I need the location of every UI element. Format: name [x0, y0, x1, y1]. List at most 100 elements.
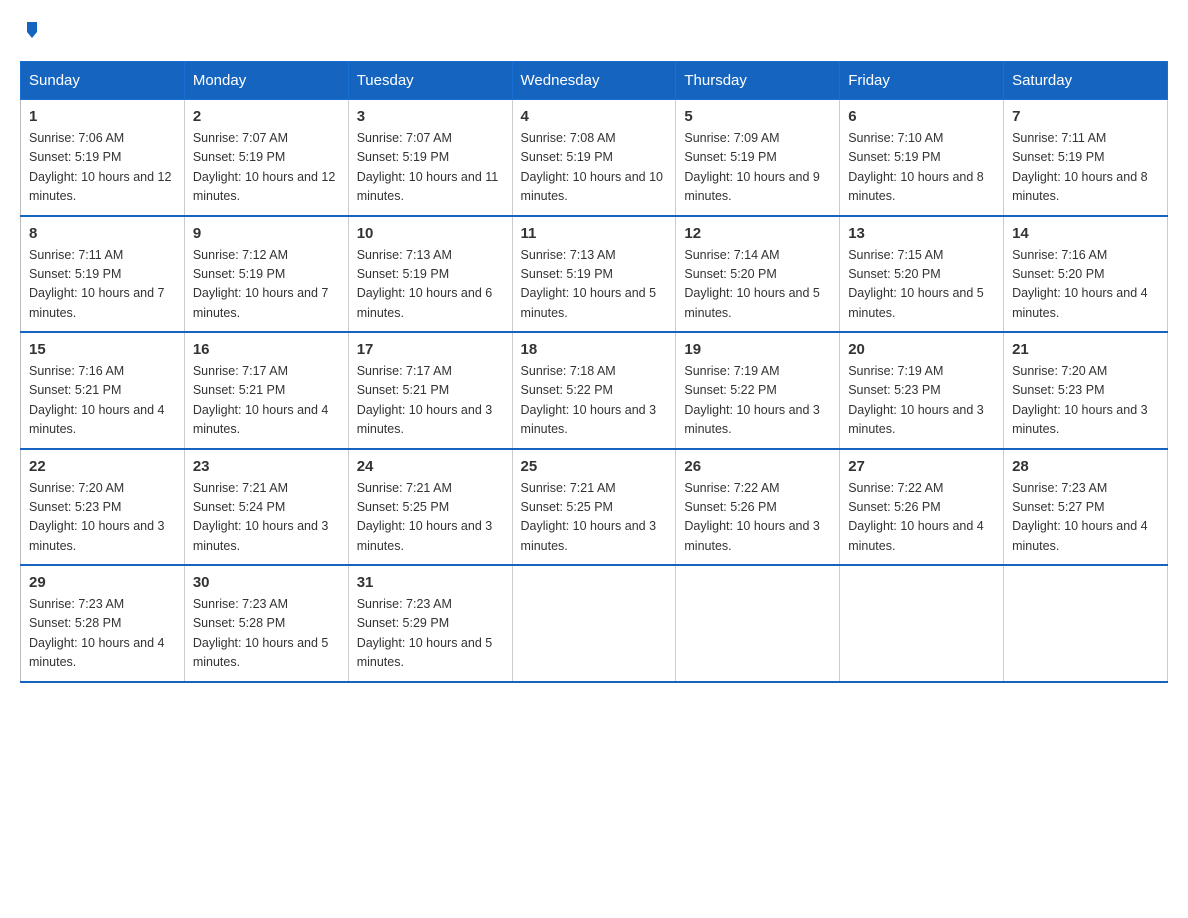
calendar-cell: 13 Sunrise: 7:15 AMSunset: 5:20 PMDaylig…	[840, 216, 1004, 333]
day-info: Sunrise: 7:21 AMSunset: 5:24 PMDaylight:…	[193, 481, 329, 553]
day-number: 15	[29, 341, 176, 358]
day-number: 27	[848, 458, 995, 475]
day-info: Sunrise: 7:07 AMSunset: 5:19 PMDaylight:…	[357, 131, 499, 203]
calendar-table: SundayMondayTuesdayWednesdayThursdayFrid…	[20, 61, 1168, 683]
day-number: 6	[848, 108, 995, 125]
day-info: Sunrise: 7:06 AMSunset: 5:19 PMDaylight:…	[29, 131, 171, 203]
logo	[20, 20, 42, 45]
calendar-cell: 30 Sunrise: 7:23 AMSunset: 5:28 PMDaylig…	[184, 565, 348, 682]
day-info: Sunrise: 7:14 AMSunset: 5:20 PMDaylight:…	[684, 248, 820, 320]
day-number: 7	[1012, 108, 1159, 125]
day-of-week-header: Friday	[840, 62, 1004, 100]
day-of-week-header: Tuesday	[348, 62, 512, 100]
calendar-week-row: 8 Sunrise: 7:11 AMSunset: 5:19 PMDayligh…	[21, 216, 1168, 333]
day-info: Sunrise: 7:19 AMSunset: 5:22 PMDaylight:…	[684, 364, 820, 436]
day-number: 2	[193, 108, 340, 125]
day-info: Sunrise: 7:20 AMSunset: 5:23 PMDaylight:…	[1012, 364, 1148, 436]
calendar-cell: 11 Sunrise: 7:13 AMSunset: 5:19 PMDaylig…	[512, 216, 676, 333]
calendar-week-row: 15 Sunrise: 7:16 AMSunset: 5:21 PMDaylig…	[21, 332, 1168, 449]
calendar-cell	[840, 565, 1004, 682]
day-number: 28	[1012, 458, 1159, 475]
day-info: Sunrise: 7:17 AMSunset: 5:21 PMDaylight:…	[193, 364, 329, 436]
day-number: 31	[357, 574, 504, 591]
calendar-cell: 14 Sunrise: 7:16 AMSunset: 5:20 PMDaylig…	[1004, 216, 1168, 333]
calendar-week-row: 22 Sunrise: 7:20 AMSunset: 5:23 PMDaylig…	[21, 449, 1168, 566]
logo-arrow-icon	[22, 20, 42, 45]
day-info: Sunrise: 7:11 AMSunset: 5:19 PMDaylight:…	[29, 248, 165, 320]
calendar-cell	[676, 565, 840, 682]
calendar-cell	[512, 565, 676, 682]
day-number: 21	[1012, 341, 1159, 358]
calendar-week-row: 29 Sunrise: 7:23 AMSunset: 5:28 PMDaylig…	[21, 565, 1168, 682]
day-number: 9	[193, 225, 340, 242]
day-number: 10	[357, 225, 504, 242]
day-of-week-header: Monday	[184, 62, 348, 100]
day-number: 22	[29, 458, 176, 475]
calendar-cell: 6 Sunrise: 7:10 AMSunset: 5:19 PMDayligh…	[840, 100, 1004, 216]
day-number: 4	[521, 108, 668, 125]
calendar-cell: 28 Sunrise: 7:23 AMSunset: 5:27 PMDaylig…	[1004, 449, 1168, 566]
calendar-cell: 7 Sunrise: 7:11 AMSunset: 5:19 PMDayligh…	[1004, 100, 1168, 216]
day-number: 5	[684, 108, 831, 125]
calendar-cell: 21 Sunrise: 7:20 AMSunset: 5:23 PMDaylig…	[1004, 332, 1168, 449]
calendar-cell: 25 Sunrise: 7:21 AMSunset: 5:25 PMDaylig…	[512, 449, 676, 566]
calendar-cell: 29 Sunrise: 7:23 AMSunset: 5:28 PMDaylig…	[21, 565, 185, 682]
calendar-cell: 3 Sunrise: 7:07 AMSunset: 5:19 PMDayligh…	[348, 100, 512, 216]
calendar-cell: 1 Sunrise: 7:06 AMSunset: 5:19 PMDayligh…	[21, 100, 185, 216]
day-info: Sunrise: 7:21 AMSunset: 5:25 PMDaylight:…	[521, 481, 657, 553]
day-number: 26	[684, 458, 831, 475]
day-of-week-header: Sunday	[21, 62, 185, 100]
day-info: Sunrise: 7:08 AMSunset: 5:19 PMDaylight:…	[521, 131, 663, 203]
calendar-cell: 5 Sunrise: 7:09 AMSunset: 5:19 PMDayligh…	[676, 100, 840, 216]
day-info: Sunrise: 7:13 AMSunset: 5:19 PMDaylight:…	[521, 248, 657, 320]
calendar-cell: 24 Sunrise: 7:21 AMSunset: 5:25 PMDaylig…	[348, 449, 512, 566]
day-info: Sunrise: 7:23 AMSunset: 5:28 PMDaylight:…	[29, 597, 165, 669]
calendar-cell: 15 Sunrise: 7:16 AMSunset: 5:21 PMDaylig…	[21, 332, 185, 449]
day-info: Sunrise: 7:21 AMSunset: 5:25 PMDaylight:…	[357, 481, 493, 553]
page-header	[20, 20, 1168, 45]
calendar-cell: 9 Sunrise: 7:12 AMSunset: 5:19 PMDayligh…	[184, 216, 348, 333]
day-number: 24	[357, 458, 504, 475]
day-of-week-header: Thursday	[676, 62, 840, 100]
day-number: 8	[29, 225, 176, 242]
day-number: 3	[357, 108, 504, 125]
calendar-cell: 8 Sunrise: 7:11 AMSunset: 5:19 PMDayligh…	[21, 216, 185, 333]
day-number: 11	[521, 225, 668, 242]
day-info: Sunrise: 7:16 AMSunset: 5:20 PMDaylight:…	[1012, 248, 1148, 320]
day-info: Sunrise: 7:16 AMSunset: 5:21 PMDaylight:…	[29, 364, 165, 436]
day-info: Sunrise: 7:23 AMSunset: 5:27 PMDaylight:…	[1012, 481, 1148, 553]
calendar-cell	[1004, 565, 1168, 682]
day-number: 1	[29, 108, 176, 125]
day-of-week-header: Saturday	[1004, 62, 1168, 100]
day-info: Sunrise: 7:07 AMSunset: 5:19 PMDaylight:…	[193, 131, 335, 203]
day-number: 12	[684, 225, 831, 242]
day-info: Sunrise: 7:20 AMSunset: 5:23 PMDaylight:…	[29, 481, 165, 553]
calendar-cell: 23 Sunrise: 7:21 AMSunset: 5:24 PMDaylig…	[184, 449, 348, 566]
day-number: 30	[193, 574, 340, 591]
calendar-cell: 18 Sunrise: 7:18 AMSunset: 5:22 PMDaylig…	[512, 332, 676, 449]
day-info: Sunrise: 7:15 AMSunset: 5:20 PMDaylight:…	[848, 248, 984, 320]
day-info: Sunrise: 7:13 AMSunset: 5:19 PMDaylight:…	[357, 248, 493, 320]
calendar-cell: 16 Sunrise: 7:17 AMSunset: 5:21 PMDaylig…	[184, 332, 348, 449]
calendar-cell: 2 Sunrise: 7:07 AMSunset: 5:19 PMDayligh…	[184, 100, 348, 216]
day-number: 20	[848, 341, 995, 358]
day-info: Sunrise: 7:23 AMSunset: 5:28 PMDaylight:…	[193, 597, 329, 669]
calendar-cell: 17 Sunrise: 7:17 AMSunset: 5:21 PMDaylig…	[348, 332, 512, 449]
day-info: Sunrise: 7:10 AMSunset: 5:19 PMDaylight:…	[848, 131, 984, 203]
calendar-cell: 26 Sunrise: 7:22 AMSunset: 5:26 PMDaylig…	[676, 449, 840, 566]
day-number: 25	[521, 458, 668, 475]
calendar-cell: 19 Sunrise: 7:19 AMSunset: 5:22 PMDaylig…	[676, 332, 840, 449]
day-number: 23	[193, 458, 340, 475]
calendar-cell: 20 Sunrise: 7:19 AMSunset: 5:23 PMDaylig…	[840, 332, 1004, 449]
calendar-week-row: 1 Sunrise: 7:06 AMSunset: 5:19 PMDayligh…	[21, 100, 1168, 216]
calendar-cell: 4 Sunrise: 7:08 AMSunset: 5:19 PMDayligh…	[512, 100, 676, 216]
day-info: Sunrise: 7:22 AMSunset: 5:26 PMDaylight:…	[848, 481, 984, 553]
day-number: 18	[521, 341, 668, 358]
day-info: Sunrise: 7:17 AMSunset: 5:21 PMDaylight:…	[357, 364, 493, 436]
calendar-cell: 22 Sunrise: 7:20 AMSunset: 5:23 PMDaylig…	[21, 449, 185, 566]
calendar-cell: 31 Sunrise: 7:23 AMSunset: 5:29 PMDaylig…	[348, 565, 512, 682]
day-info: Sunrise: 7:23 AMSunset: 5:29 PMDaylight:…	[357, 597, 493, 669]
calendar-cell: 10 Sunrise: 7:13 AMSunset: 5:19 PMDaylig…	[348, 216, 512, 333]
day-info: Sunrise: 7:12 AMSunset: 5:19 PMDaylight:…	[193, 248, 329, 320]
day-info: Sunrise: 7:22 AMSunset: 5:26 PMDaylight:…	[684, 481, 820, 553]
